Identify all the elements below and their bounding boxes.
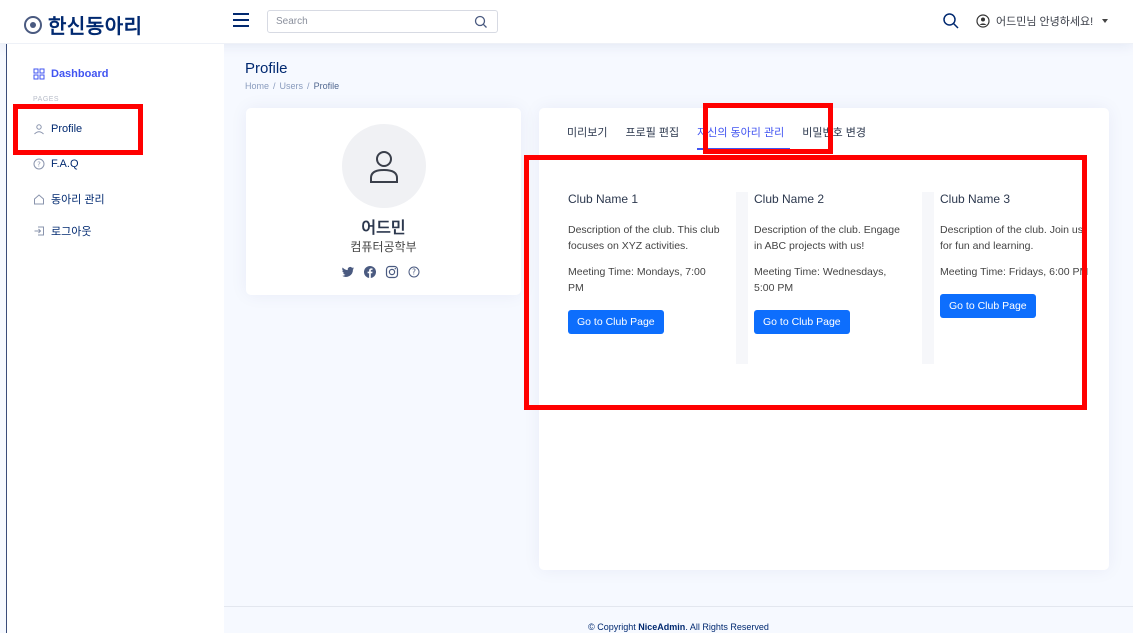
person-icon — [34, 124, 44, 135]
search-icon[interactable] — [473, 14, 489, 30]
social-links: ? — [341, 265, 421, 279]
twitter-icon[interactable] — [341, 265, 355, 279]
person-avatar-icon — [370, 151, 398, 183]
profile-card: 어드민 컴퓨터공학부 ? — [246, 108, 521, 295]
search-input[interactable] — [268, 11, 458, 32]
tab-bar: 미리보기 프로필 편집 자신의 동아리 관리 비밀번호 변경 — [567, 124, 884, 150]
club-title: Club Name 1 — [568, 192, 639, 206]
sidebar-toggle-hamburger-icon[interactable] — [233, 13, 249, 27]
chevron-down-icon — [1102, 19, 1109, 23]
tab-preview[interactable]: 미리보기 — [567, 124, 613, 150]
page-title: Profile — [245, 60, 288, 77]
user-avatar-icon — [976, 14, 990, 28]
club-meeting-time: Meeting Time: Wednesdays, 5:00 PM — [754, 266, 887, 294]
club-card: Club Name 1 Description of the club. Thi… — [568, 192, 723, 334]
column-divider — [922, 192, 934, 364]
house-icon — [34, 194, 44, 205]
column-divider — [736, 192, 748, 364]
svg-text:?: ? — [37, 161, 41, 169]
profile-name: 어드민 — [361, 220, 406, 237]
top-header: 한신동아리 어드민님 안녕하세요! — [0, 0, 1133, 44]
go-to-club-button[interactable]: Go to Club Page — [568, 310, 664, 334]
club-description: Description of the club. Engage in ABC p… — [754, 224, 900, 252]
logout-icon — [34, 226, 44, 236]
svg-text:?: ? — [412, 268, 416, 277]
club-meeting-time: Meeting Time: Mondays, 7:00 PM — [568, 266, 706, 294]
sidebar-item-profile[interactable]: Profile — [33, 123, 82, 135]
club-meeting-time: Meeting Time: Fridays, 6:00 PM — [940, 266, 1089, 278]
footer-brand: NiceAdmin — [638, 622, 686, 632]
profile-department: 컴퓨터공학부 — [350, 240, 417, 254]
sidebar-item-label: F.A.Q — [51, 158, 79, 170]
tab-change-password[interactable]: 비밀번호 변경 — [802, 124, 872, 150]
breadcrumb-users[interactable]: Users — [280, 81, 304, 91]
user-greeting: 어드민님 안녕하세요! — [996, 16, 1094, 28]
sidebar-item-label: Profile — [51, 123, 83, 135]
grid-icon — [33, 68, 45, 80]
go-to-club-button[interactable]: Go to Club Page — [754, 310, 850, 334]
footer-rights: . All Rights Reserved — [685, 622, 769, 632]
sidebar: Dashboard PAGES Profile ? F.A.Q 동아리 관리 로… — [7, 44, 224, 633]
avatar — [342, 124, 426, 208]
question-circle-icon[interactable]: ? — [407, 265, 421, 279]
question-circle-icon: ? — [33, 158, 45, 170]
logo[interactable]: 한신동아리 — [24, 10, 143, 39]
sidebar-item-logout[interactable]: 로그아웃 — [33, 223, 91, 239]
breadcrumb-current: Profile — [313, 81, 340, 91]
user-menu[interactable]: 어드민님 안녕하세요! — [976, 13, 1109, 29]
sidebar-item-faq[interactable]: ? F.A.Q — [33, 158, 79, 170]
sidebar-item-club-manage[interactable]: 동아리 관리 — [33, 191, 105, 207]
go-to-club-button[interactable]: Go to Club Page — [940, 294, 1036, 318]
facebook-icon[interactable] — [363, 265, 377, 279]
header-search-icon[interactable] — [942, 12, 960, 30]
club-description: Description of the club. Join us for fun… — [940, 224, 1083, 252]
instagram-icon[interactable] — [385, 265, 399, 279]
footer: © Copyright NiceAdmin. All Rights Reserv… — [224, 622, 1133, 632]
search-bar — [267, 10, 498, 33]
tab-edit-profile[interactable]: 프로필 편집 — [625, 124, 685, 150]
profile-tabs-card: 미리보기 프로필 편집 자신의 동아리 관리 비밀번호 변경 Club Name… — [539, 108, 1109, 570]
logo-text: 한신동아리 — [48, 16, 143, 38]
breadcrumb-separator: / — [273, 81, 276, 91]
sidebar-item-label: Dashboard — [51, 68, 109, 80]
logo-emblem-icon — [24, 15, 42, 34]
sidebar-item-dashboard[interactable]: Dashboard — [33, 68, 108, 80]
tab-my-clubs[interactable]: 자신의 동아리 관리 — [697, 124, 791, 150]
club-title: Club Name 2 — [754, 192, 825, 206]
sidebar-item-label: 로그아웃 — [51, 226, 92, 238]
footer-copyright: © Copyright — [588, 622, 639, 632]
club-card: Club Name 3 Description of the club. Joi… — [922, 192, 1095, 364]
club-title: Club Name 3 — [940, 192, 1011, 206]
breadcrumb-home[interactable]: Home — [245, 81, 269, 91]
sidebar-heading: PAGES — [33, 96, 60, 103]
club-card: Club Name 2 Description of the club. Eng… — [736, 192, 909, 364]
sidebar-item-label: 동아리 관리 — [51, 194, 105, 206]
breadcrumb-separator: / — [307, 81, 310, 91]
club-description: Description of the club. This club focus… — [568, 224, 720, 252]
footer-divider — [224, 606, 1133, 607]
breadcrumb: Home / Users / Profile — [245, 81, 339, 91]
